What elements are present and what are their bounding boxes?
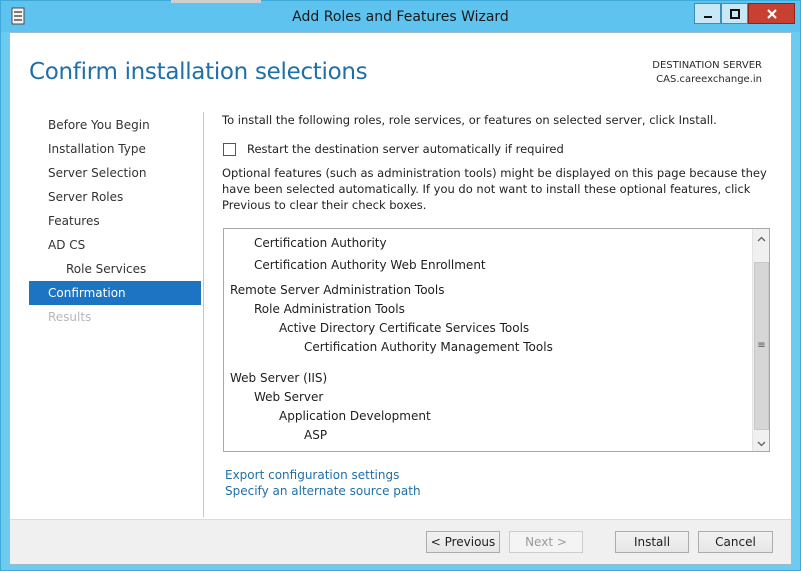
nav-item-server-roles[interactable]: Server Roles bbox=[29, 185, 201, 209]
list-item: Active Directory Certificate Services To… bbox=[279, 321, 530, 335]
nav-divider bbox=[203, 112, 204, 517]
wizard-nav: Before You Begin Installation Type Serve… bbox=[29, 113, 201, 329]
destination-server-name: CAS.careexchange.in bbox=[656, 74, 762, 85]
chevron-down-icon bbox=[757, 436, 766, 450]
list-item: Web Server (IIS) bbox=[230, 371, 328, 385]
wizard-window: Add Roles and Features Wizard Confirm in… bbox=[0, 0, 801, 571]
list-item: Certification Authority Management Tools bbox=[304, 340, 553, 354]
restart-option[interactable]: Restart the destination server automatic… bbox=[223, 142, 564, 156]
list-item: Remote Server Administration Tools bbox=[230, 283, 445, 297]
page-title: Confirm installation selections bbox=[29, 59, 368, 85]
maximize-button[interactable] bbox=[721, 3, 748, 24]
title-bar[interactable]: Add Roles and Features Wizard bbox=[1, 0, 800, 32]
restart-checkbox-label[interactable]: Restart the destination server automatic… bbox=[247, 142, 564, 156]
nav-item-ad-cs[interactable]: AD CS bbox=[29, 233, 201, 257]
scroll-thumb[interactable]: ≡ bbox=[754, 262, 769, 430]
next-button: Next > bbox=[509, 531, 583, 553]
confirmation-content: To install the following roles, role ser… bbox=[222, 113, 777, 212]
nav-item-features[interactable]: Features bbox=[29, 209, 201, 233]
nav-item-role-services[interactable]: Role Services bbox=[29, 257, 201, 281]
nav-item-server-selection[interactable]: Server Selection bbox=[29, 161, 201, 185]
intro-text: To install the following roles, role ser… bbox=[222, 113, 717, 127]
title-bar-strip bbox=[171, 0, 261, 3]
selections-list[interactable]: Certification Authority Certification Au… bbox=[223, 228, 770, 452]
nav-item-confirmation[interactable]: Confirmation bbox=[29, 281, 201, 305]
list-item: ASP bbox=[304, 428, 328, 442]
close-icon bbox=[766, 8, 778, 20]
chevron-up-icon bbox=[757, 231, 766, 245]
nav-item-before-you-begin[interactable]: Before You Begin bbox=[29, 113, 201, 137]
install-button[interactable]: Install bbox=[615, 531, 689, 553]
wizard-footer: < Previous Next > Install Cancel bbox=[10, 519, 791, 564]
restart-checkbox[interactable] bbox=[223, 142, 236, 156]
list-item: Role Administration Tools bbox=[254, 302, 405, 316]
previous-button[interactable]: < Previous bbox=[426, 531, 500, 553]
selections-list-content: Certification Authority Certification Au… bbox=[224, 229, 752, 451]
window-title: Add Roles and Features Wizard bbox=[292, 9, 509, 25]
wizard-client-area: Confirm installation selections DESTINAT… bbox=[9, 32, 792, 565]
selections-scrollbar[interactable]: ≡ bbox=[752, 229, 769, 451]
alternate-source-path-link[interactable]: Specify an alternate source path bbox=[225, 484, 421, 498]
maximize-icon bbox=[729, 8, 740, 19]
list-item: Certification Authority Web Enrollment bbox=[254, 258, 486, 272]
destination-server-info: DESTINATION SERVER CAS.careexchange.in bbox=[652, 59, 762, 87]
list-item: Certification Authority bbox=[254, 236, 387, 250]
close-button[interactable] bbox=[748, 3, 795, 24]
optional-features-note: Optional features (such as administratio… bbox=[222, 166, 767, 212]
minimize-button[interactable] bbox=[694, 3, 721, 24]
nav-item-installation-type[interactable]: Installation Type bbox=[29, 137, 201, 161]
scroll-up-button[interactable] bbox=[754, 230, 769, 245]
scroll-down-button[interactable] bbox=[754, 435, 769, 450]
minimize-icon bbox=[703, 9, 713, 19]
list-item: Application Development bbox=[279, 409, 431, 423]
nav-item-results: Results bbox=[48, 310, 92, 324]
grip-icon: ≡ bbox=[757, 340, 766, 351]
list-item: Web Server bbox=[254, 390, 324, 404]
cancel-button[interactable]: Cancel bbox=[698, 531, 773, 553]
destination-server-label: DESTINATION SERVER bbox=[652, 60, 762, 71]
export-configuration-link[interactable]: Export configuration settings bbox=[225, 468, 399, 482]
